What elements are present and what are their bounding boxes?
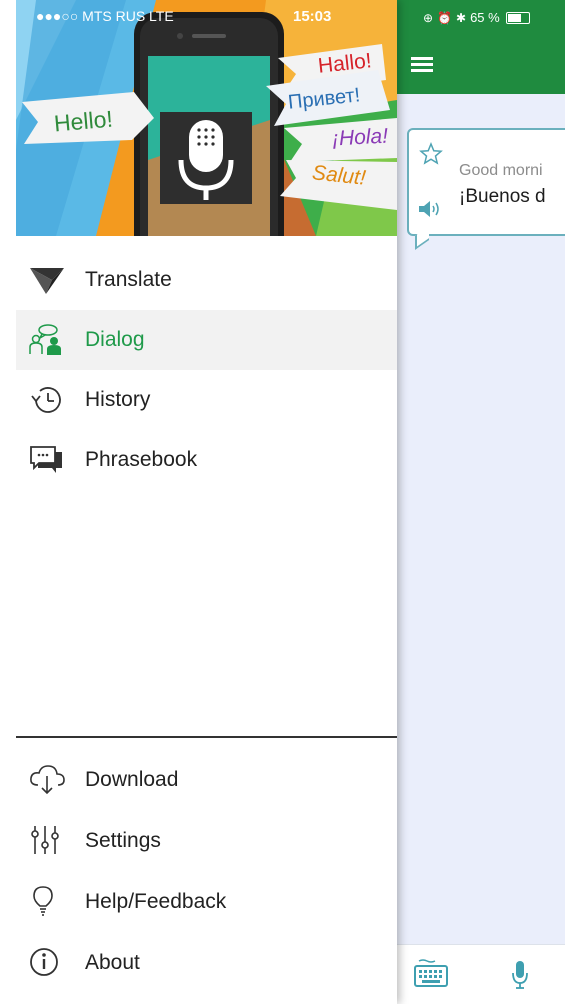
battery-percent: 65 % — [470, 10, 500, 25]
source-phrase: Good morni — [459, 162, 543, 179]
menu-item-about[interactable]: About — [16, 932, 397, 993]
translate-logo-icon — [30, 268, 64, 294]
menu-item-help-feedback[interactable]: Help/Feedback — [16, 871, 397, 932]
menu-label: Dialog — [85, 328, 145, 351]
drawer-secondary-menu: Download Settings Help/Feedback About — [16, 749, 397, 993]
banner-hello: Hello! — [52, 105, 114, 137]
dialog-screen: ⊕ ⏰ ✱ 65 % Good morni ¡Buenos d — [397, 0, 565, 1004]
microphone-icon[interactable] — [509, 959, 531, 991]
cloud-download-icon — [30, 765, 65, 795]
battery-icon — [505, 11, 530, 24]
menu-label: Download — [85, 767, 179, 791]
navigation-drawer: ●●●○○ MTS RUS LTE 15:03 Hello! Hallo! Пр… — [0, 0, 397, 1004]
dialog-people-icon — [29, 324, 61, 355]
history-clock-icon — [31, 387, 61, 413]
menu-item-settings[interactable]: Settings — [16, 810, 397, 871]
speaker-icon[interactable] — [417, 198, 443, 220]
menu-label: Translate — [85, 268, 172, 291]
bluetooth-icon: ✱ — [456, 10, 467, 25]
alarm-icon: ⏰ — [437, 10, 453, 25]
menu-item-history[interactable]: History — [16, 370, 397, 430]
menu-item-translate[interactable]: Translate — [16, 250, 397, 310]
drawer-header-illustration: ●●●○○ MTS RUS LTE 15:03 Hello! Hallo! Пр… — [16, 0, 397, 236]
dialog-phrase-card[interactable]: Good morni ¡Buenos d — [407, 128, 565, 236]
star-icon[interactable] — [419, 142, 443, 166]
menu-item-dialog[interactable]: Dialog — [16, 310, 397, 370]
menu-label: Phrasebook — [85, 448, 198, 471]
info-icon — [30, 948, 58, 976]
phrasebook-chat-icon — [30, 446, 62, 473]
lightbulb-icon — [33, 886, 53, 916]
menu-item-download[interactable]: Download — [16, 749, 397, 810]
status-bar-time: 15:03 — [293, 8, 332, 25]
menu-label: Settings — [85, 828, 161, 852]
keyboard-icon[interactable] — [413, 959, 449, 989]
app-toolbar: ⊕ ⏰ ✱ 65 % — [397, 0, 565, 94]
menu-item-phrasebook[interactable]: Phrasebook — [16, 430, 397, 490]
sliders-icon — [31, 826, 59, 854]
translated-phrase: ¡Buenos d — [459, 186, 546, 207]
banner-hola: ¡Hola! — [331, 124, 389, 151]
input-bar — [397, 944, 565, 1004]
hamburger-menu-icon[interactable] — [411, 54, 439, 74]
drawer-main-menu: Translate Dialog History Phrasebook — [16, 250, 397, 490]
menu-divider — [16, 736, 397, 738]
menu-label: History — [85, 388, 151, 411]
lock-rotation-icon: ⊕ — [423, 10, 434, 25]
status-bar-carrier: ●●●○○ MTS RUS LTE — [36, 8, 174, 24]
menu-label: Help/Feedback — [85, 889, 227, 913]
status-bar-right: ⊕ ⏰ ✱ 65 % — [423, 10, 530, 25]
menu-label: About — [85, 950, 140, 974]
